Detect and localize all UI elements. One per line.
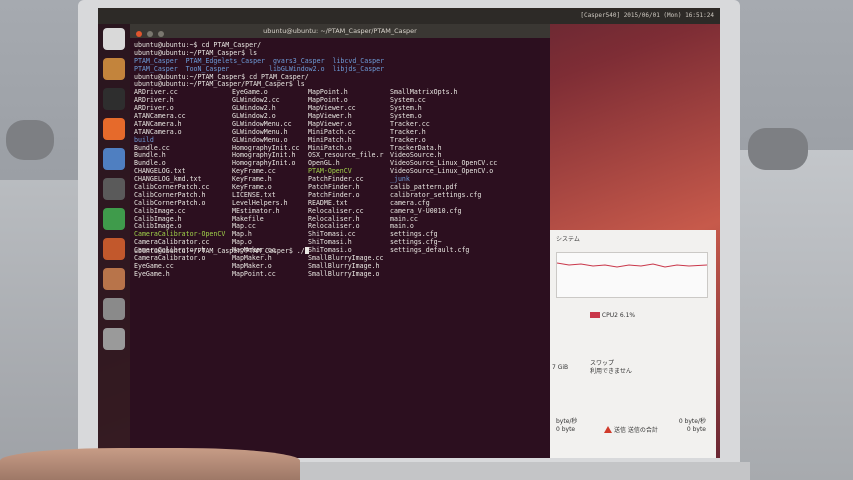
network-info: byte/秒 0 byte/秒 0 byte 送信 送信の合計 0 byte	[556, 418, 706, 435]
panel-status: [Casper540] 2015/06/01 (Mon) 16:51:24	[580, 12, 714, 19]
cpu-legend-text: CPU2 6.1%	[601, 312, 636, 319]
desk-right	[730, 150, 853, 480]
terminal-window[interactable]: ubuntu@ubuntu: ~/PTAM_Casper/PTAM_Casper…	[130, 24, 550, 458]
ls-column: MapPoint.h MapPoint.o MapViewer.cc MapViewe…	[308, 88, 383, 278]
ls-column: EyeGame.o GLWindow2.cc GLWindow2.h GLWindow…	[232, 88, 300, 278]
terminal-icon[interactable]	[103, 88, 125, 110]
terminal-titlebar[interactable]: ubuntu@ubuntu: ~/PTAM_Casper/PTAM_Casper	[130, 24, 550, 38]
net-total-left: 0 byte	[556, 426, 576, 433]
chair	[748, 128, 808, 170]
ls-entry: EyeGame.h	[134, 269, 170, 278]
ls-output: ARDriver.cc ARDriver.h ARDriver.o ATANCamer…	[134, 88, 546, 277]
send-arrow-icon	[604, 426, 613, 433]
files-icon[interactable]	[103, 58, 125, 80]
hand	[0, 448, 300, 480]
net-send-label: 送信	[613, 427, 626, 434]
minimize-icon[interactable]	[147, 31, 154, 37]
terminal-output[interactable]: ubuntu@ubuntu:~$ cd PTAM_Casper/ ubuntu@…	[134, 41, 546, 452]
cpu-swatch	[590, 312, 600, 318]
system-monitor-icon[interactable]	[103, 178, 125, 200]
swap-label: スワップ	[590, 360, 615, 367]
net-rate-right: 0 byte/秒	[678, 418, 706, 425]
cpu-legend: CPU2 6.1%	[590, 312, 635, 319]
libreoffice-impress-icon[interactable]	[103, 238, 125, 260]
software-center-icon[interactable]	[103, 268, 125, 290]
monitor-header: システム	[556, 236, 580, 243]
cpu-graph-line	[556, 262, 708, 268]
net-rate-left: byte/秒	[556, 418, 578, 425]
terminal-title: ubuntu@ubuntu: ~/PTAM_Casper/PTAM_Casper	[263, 27, 417, 35]
libreoffice-writer-icon[interactable]	[103, 148, 125, 170]
settings-icon[interactable]	[103, 298, 125, 320]
swap-info: 7 GiB スワップ 利用できません	[552, 360, 632, 376]
launcher	[98, 24, 130, 458]
chair	[6, 120, 54, 160]
firefox-icon[interactable]	[103, 118, 125, 140]
ls-entry: MapPoint.cc	[232, 269, 276, 278]
net-send-total: 送信の合計	[627, 427, 658, 434]
top-panel: [Casper540] 2015/06/01 (Mon) 16:51:24	[98, 8, 720, 24]
close-icon[interactable]	[136, 31, 142, 37]
ls-column: SmallMatrixOpts.h System.cc System.h System…	[390, 88, 497, 255]
maximize-icon[interactable]	[158, 31, 165, 37]
ls-entry: settings_default.cfg	[390, 246, 470, 255]
ubuntu-logo-icon[interactable]	[103, 28, 125, 50]
net-total-right: 0 byte	[686, 426, 706, 433]
trash-icon[interactable]	[103, 328, 125, 350]
libreoffice-calc-icon[interactable]	[103, 208, 125, 230]
system-monitor-window[interactable]: システム CPU2 6.1% 7 GiB スワップ 利用できません byte/秒…	[550, 230, 716, 458]
ls-column: ARDriver.cc ARDriver.h ARDriver.o ATANCamer…	[134, 88, 225, 278]
cpu-graph	[556, 252, 708, 298]
mem-value: 7 GiB	[552, 364, 569, 371]
ls-entry: SmallBlurryImage.o	[308, 269, 380, 278]
laptop-screen: [Casper540] 2015/06/01 (Mon) 16:51:24 ub…	[98, 8, 720, 458]
swap-value: 利用できません	[590, 368, 632, 375]
